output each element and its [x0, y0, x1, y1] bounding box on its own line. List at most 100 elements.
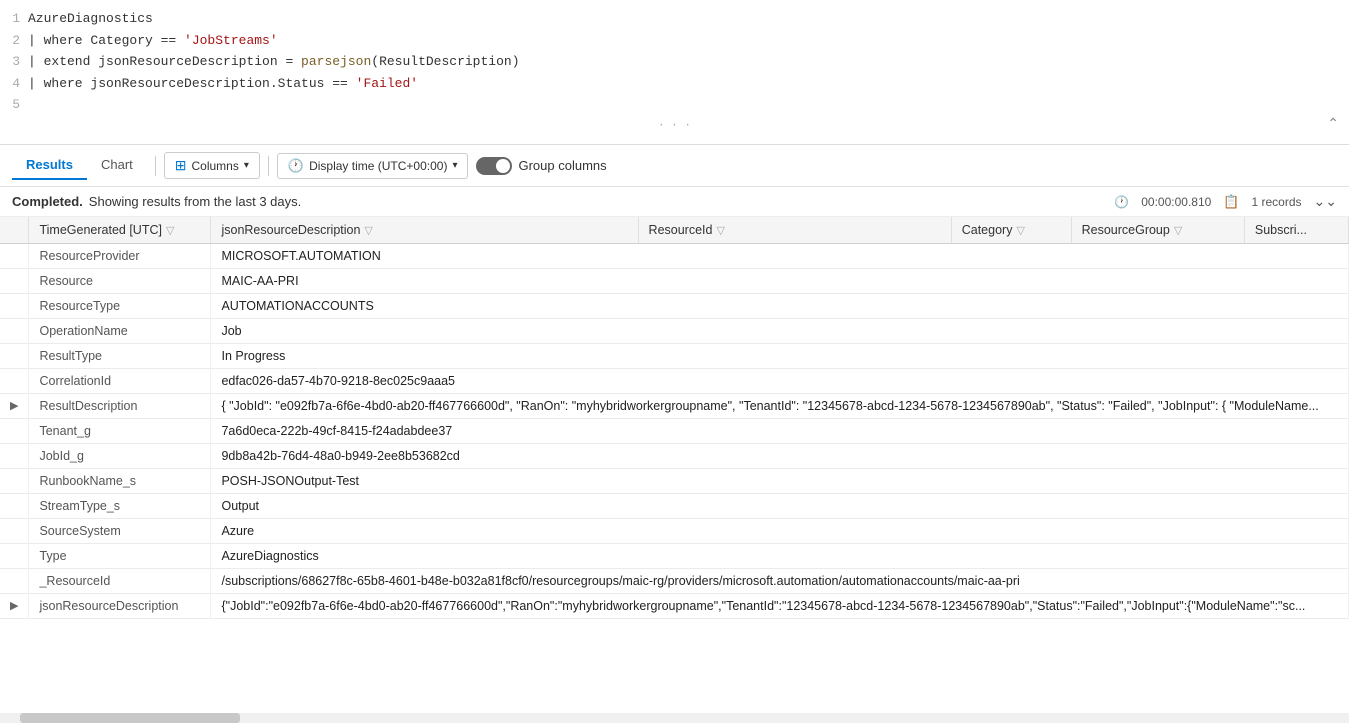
row-expand-button — [0, 319, 29, 344]
row-value: edfac026-da57-4b70-9218-8ec025c9aaa5 — [211, 369, 1349, 394]
row-expand-button — [0, 294, 29, 319]
line-number: 1 — [0, 9, 28, 29]
table-row: ResultTypeIn Progress — [0, 344, 1349, 369]
row-expand-button — [0, 344, 29, 369]
columns-icon: ⊞ — [175, 157, 187, 174]
col-json-desc: jsonResourceDescription ▽ — [211, 217, 638, 244]
row-expand-button — [0, 519, 29, 544]
row-expand-button — [0, 544, 29, 569]
row-key: Resource — [29, 269, 211, 294]
table-row: ▶jsonResourceDescription{"JobId":"e092fb… — [0, 594, 1349, 619]
filter-icon2[interactable]: ▽ — [364, 225, 372, 237]
collapse-editor-button[interactable]: ⌃ — [1327, 115, 1339, 136]
row-key: Tenant_g — [29, 419, 211, 444]
col-header-resourceid: ResourceId — [649, 223, 713, 237]
row-expand-button — [0, 469, 29, 494]
table-row: _ResourceId/subscriptions/68627f8c-65b8-… — [0, 569, 1349, 594]
col-category: Category▽ — [951, 217, 1071, 244]
code-line: 4| where jsonResourceDescription.Status … — [0, 73, 1349, 95]
row-value: 7a6d0eca-222b-49cf-8415-f24adabdee37 — [211, 419, 1349, 444]
col-resource-id: ResourceId▽ — [638, 217, 951, 244]
row-key: JobId_g — [29, 444, 211, 469]
row-key: CorrelationId — [29, 369, 211, 394]
col-header-json: jsonResourceDescription — [221, 223, 360, 237]
row-expand-button[interactable]: ▶ — [0, 394, 29, 419]
row-expand-button — [0, 419, 29, 444]
row-expand-button — [0, 444, 29, 469]
code-line: 3| extend jsonResourceDescription = pars… — [0, 51, 1349, 73]
filter-icon[interactable]: ▽ — [166, 225, 174, 237]
code-string: 'Failed' — [356, 74, 418, 94]
status-completed: Completed. — [12, 194, 83, 209]
row-key: Type — [29, 544, 211, 569]
horizontal-scrollbar-thumb[interactable] — [20, 713, 240, 723]
table-row: Tenant_g7a6d0eca-222b-49cf-8415-f24adabd… — [0, 419, 1349, 444]
group-columns-toggle[interactable] — [476, 157, 512, 175]
table-row: ▶ResultDescription{ "JobId": "e092fb7a-6… — [0, 394, 1349, 419]
row-value: MICROSOFT.AUTOMATION — [211, 244, 1349, 269]
row-value: Azure — [211, 519, 1349, 544]
line-number: 2 — [0, 31, 28, 51]
row-value: 9db8a42b-76d4-48a0-b949-2ee8b53682cd — [211, 444, 1349, 469]
code-editor[interactable]: 1AzureDiagnostics2| where Category == 'J… — [0, 0, 1349, 145]
filter-icon4[interactable]: ▽ — [1016, 225, 1024, 237]
line-number: 3 — [0, 52, 28, 72]
row-expand-button — [0, 244, 29, 269]
records-icon: 📋 — [1223, 194, 1239, 210]
line-number: 5 — [0, 95, 28, 115]
display-time-chevron-icon: ▾ — [452, 160, 457, 171]
columns-button[interactable]: ⊞ Columns ▾ — [164, 152, 260, 179]
table-row: ResourceTypeAUTOMATIONACCOUNTS — [0, 294, 1349, 319]
toolbar-separator — [155, 156, 156, 176]
filter-icon3[interactable]: ▽ — [716, 225, 724, 237]
col-header-sub: Subscri... — [1255, 223, 1307, 237]
code-line: 1AzureDiagnostics — [0, 8, 1349, 30]
time-icon: 🕐 — [1114, 195, 1129, 209]
tab-chart[interactable]: Chart — [87, 151, 147, 180]
table-row: ResourceProviderMICROSOFT.AUTOMATION — [0, 244, 1349, 269]
row-value: POSH-JSONOutput-Test — [211, 469, 1349, 494]
group-columns-label: Group columns — [518, 158, 606, 173]
row-value: {"JobId":"e092fb7a-6f6e-4bd0-ab20-ff4677… — [211, 594, 1349, 619]
columns-label: Columns — [192, 159, 239, 173]
code-function: parsejson — [301, 52, 371, 72]
filter-icon5[interactable]: ▽ — [1174, 225, 1182, 237]
col-subscription: Subscri... — [1244, 217, 1348, 244]
row-value: /subscriptions/68627f8c-65b8-4601-b48e-b… — [211, 569, 1349, 594]
table-row: TypeAzureDiagnostics — [0, 544, 1349, 569]
status-left: Completed. Showing results from the last… — [12, 194, 301, 209]
row-key: ResultType — [29, 344, 211, 369]
row-expand-button — [0, 269, 29, 294]
row-key: SourceSystem — [29, 519, 211, 544]
row-key: ResourceType — [29, 294, 211, 319]
row-value: { "JobId": "e092fb7a-6f6e-4bd0-ab20-ff46… — [211, 394, 1349, 419]
table-row: CorrelationIdedfac026-da57-4b70-9218-8ec… — [0, 369, 1349, 394]
expand-results-icon[interactable]: ⌄⌄ — [1314, 193, 1337, 210]
editor-divider: · · · — [0, 116, 1349, 137]
horizontal-scrollbar[interactable] — [0, 713, 1349, 723]
status-bar: Completed. Showing results from the last… — [0, 187, 1349, 217]
table-row: OperationNameJob — [0, 319, 1349, 344]
line-number: 4 — [0, 74, 28, 94]
row-value: MAIC-AA-PRI — [211, 269, 1349, 294]
toggle-knob — [496, 159, 510, 173]
query-time: 00:00:00.810 — [1141, 195, 1211, 209]
tab-results[interactable]: Results — [12, 151, 87, 180]
row-expand-button — [0, 369, 29, 394]
columns-chevron-icon: ▾ — [244, 160, 249, 171]
code-line: 2| where Category == 'JobStreams' — [0, 30, 1349, 52]
table-row: ResourceMAIC-AA-PRI — [0, 269, 1349, 294]
row-value: AzureDiagnostics — [211, 544, 1349, 569]
row-key: ResourceProvider — [29, 244, 211, 269]
row-expand-button[interactable]: ▶ — [0, 594, 29, 619]
status-right: 🕐 00:00:00.810 📋 1 records ⌄⌄ — [1114, 193, 1337, 210]
col-key: TimeGenerated [UTC]▽ — [29, 217, 211, 244]
display-time-button[interactable]: 🕐 Display time (UTC+00:00) ▾ — [277, 153, 469, 179]
col-header-category: Category — [962, 223, 1013, 237]
display-time-label: Display time (UTC+00:00) — [309, 159, 447, 173]
code-string: 'JobStreams' — [184, 31, 278, 51]
table-row: JobId_g9db8a42b-76d4-48a0-b949-2ee8b5368… — [0, 444, 1349, 469]
results-table-wrap: TimeGenerated [UTC]▽jsonResourceDescript… — [0, 217, 1349, 713]
row-key: OperationName — [29, 319, 211, 344]
table-row: StreamType_sOutput — [0, 494, 1349, 519]
